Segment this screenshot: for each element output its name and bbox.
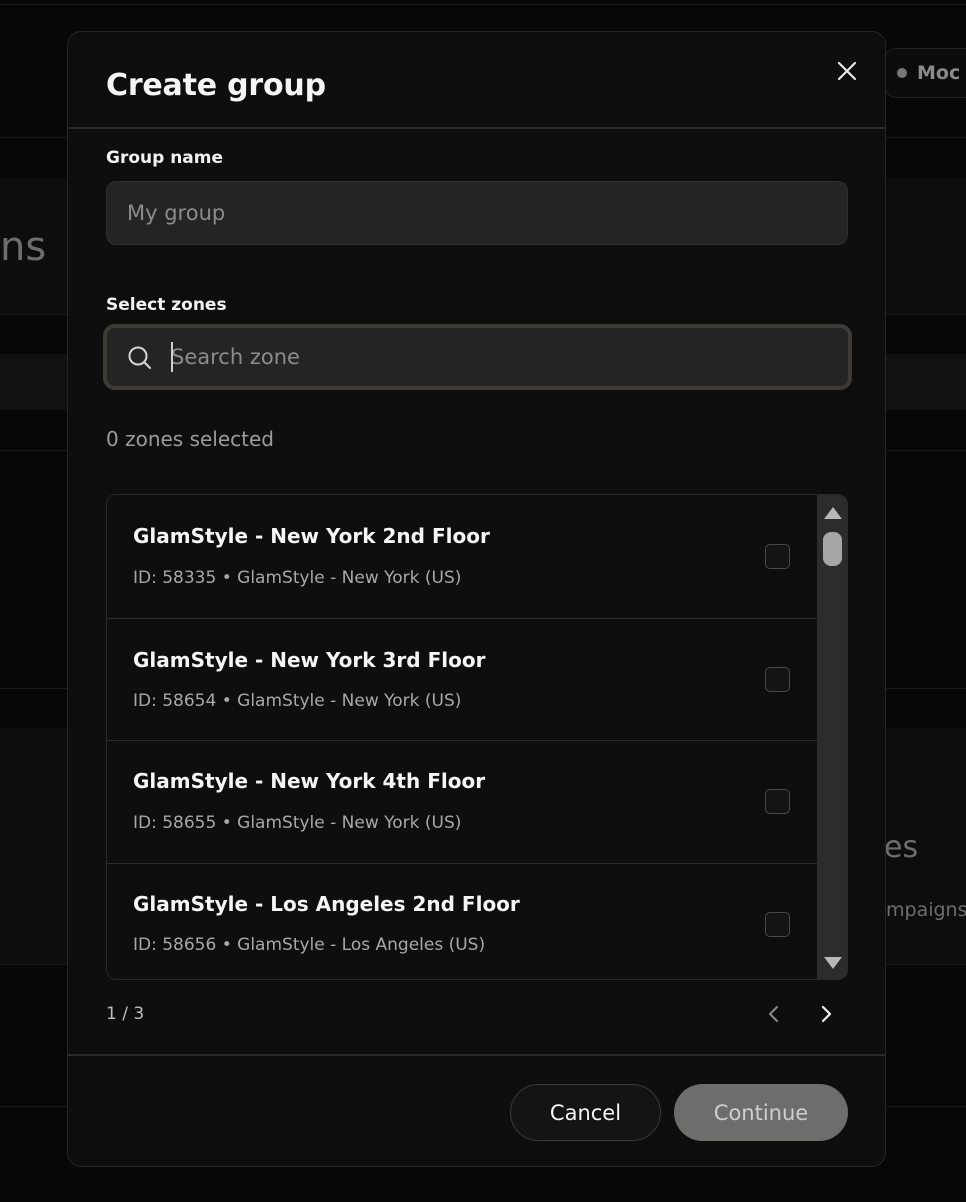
zone-list-item[interactable]: GlamStyle - New York 2nd Floor ID: 58335… — [107, 495, 817, 619]
group-name-input[interactable] — [106, 181, 848, 245]
scroll-up-arrow-icon[interactable] — [822, 503, 844, 523]
close-button[interactable] — [834, 58, 860, 84]
chevron-left-icon — [769, 1006, 778, 1022]
zone-name: GlamStyle - New York 2nd Floor — [133, 524, 490, 548]
zone-list-item[interactable]: GlamStyle - Los Angeles 2nd Floor ID: 58… — [107, 864, 817, 979]
zone-meta: ID: 58335 • GlamStyle - New York (US) — [133, 568, 462, 588]
zone-checkbox[interactable] — [765, 789, 790, 814]
page-indicator: 1 / 3 — [106, 1004, 145, 1024]
search-icon — [128, 346, 151, 369]
chevron-right-icon — [821, 1005, 832, 1023]
zone-meta: ID: 58656 • GlamStyle - Los Angeles (US) — [133, 935, 486, 955]
zone-list: GlamStyle - New York 2nd Floor ID: 58335… — [106, 494, 848, 980]
next-page-button[interactable] — [814, 1002, 838, 1026]
zone-list-item[interactable]: GlamStyle - New York 4th Floor ID: 58655… — [107, 741, 817, 864]
dialog-footer: Cancel Continue — [68, 1054, 885, 1166]
zone-list-scrollbar[interactable] — [817, 495, 847, 979]
dialog-header: Create group — [68, 32, 885, 129]
background-heading-fragment: ns — [0, 224, 47, 270]
zone-checkbox[interactable] — [765, 544, 790, 569]
zone-search-input[interactable] — [171, 328, 841, 386]
zone-name: GlamStyle - Los Angeles 2nd Floor — [133, 892, 520, 916]
zones-selected-count: 0 zones selected — [106, 427, 274, 451]
zone-name: GlamStyle - New York 3rd Floor — [133, 648, 486, 672]
dialog-title: Create group — [106, 68, 326, 103]
scroll-down-arrow-icon[interactable] — [822, 953, 844, 973]
zone-checkbox[interactable] — [765, 912, 790, 937]
status-pill-label: Moc — [917, 62, 961, 84]
zone-checkbox[interactable] — [765, 667, 790, 692]
background-status-pill[interactable]: Moc — [884, 48, 966, 98]
zone-name: GlamStyle - New York 4th Floor — [133, 769, 486, 793]
close-icon — [837, 61, 857, 81]
background-card-title-fragment: es — [884, 830, 919, 865]
zone-meta: ID: 58655 • GlamStyle - New York (US) — [133, 813, 462, 833]
text-caret — [171, 342, 173, 372]
continue-button[interactable]: Continue — [674, 1084, 848, 1141]
background-card-text-fragment: mpaigns — [886, 899, 966, 921]
create-group-dialog: Create group Group name Select zones 0 z… — [67, 31, 886, 1167]
previous-page-button[interactable] — [762, 1002, 786, 1026]
status-dot — [897, 68, 907, 78]
zone-search-field[interactable] — [103, 324, 852, 390]
group-name-label: Group name — [106, 148, 224, 168]
cancel-button[interactable]: Cancel — [510, 1084, 661, 1141]
zone-list-item[interactable]: GlamStyle - New York 3rd Floor ID: 58654… — [107, 619, 817, 741]
zone-meta: ID: 58654 • GlamStyle - New York (US) — [133, 691, 462, 711]
select-zones-label: Select zones — [106, 295, 227, 315]
scrollbar-thumb[interactable] — [823, 532, 842, 566]
